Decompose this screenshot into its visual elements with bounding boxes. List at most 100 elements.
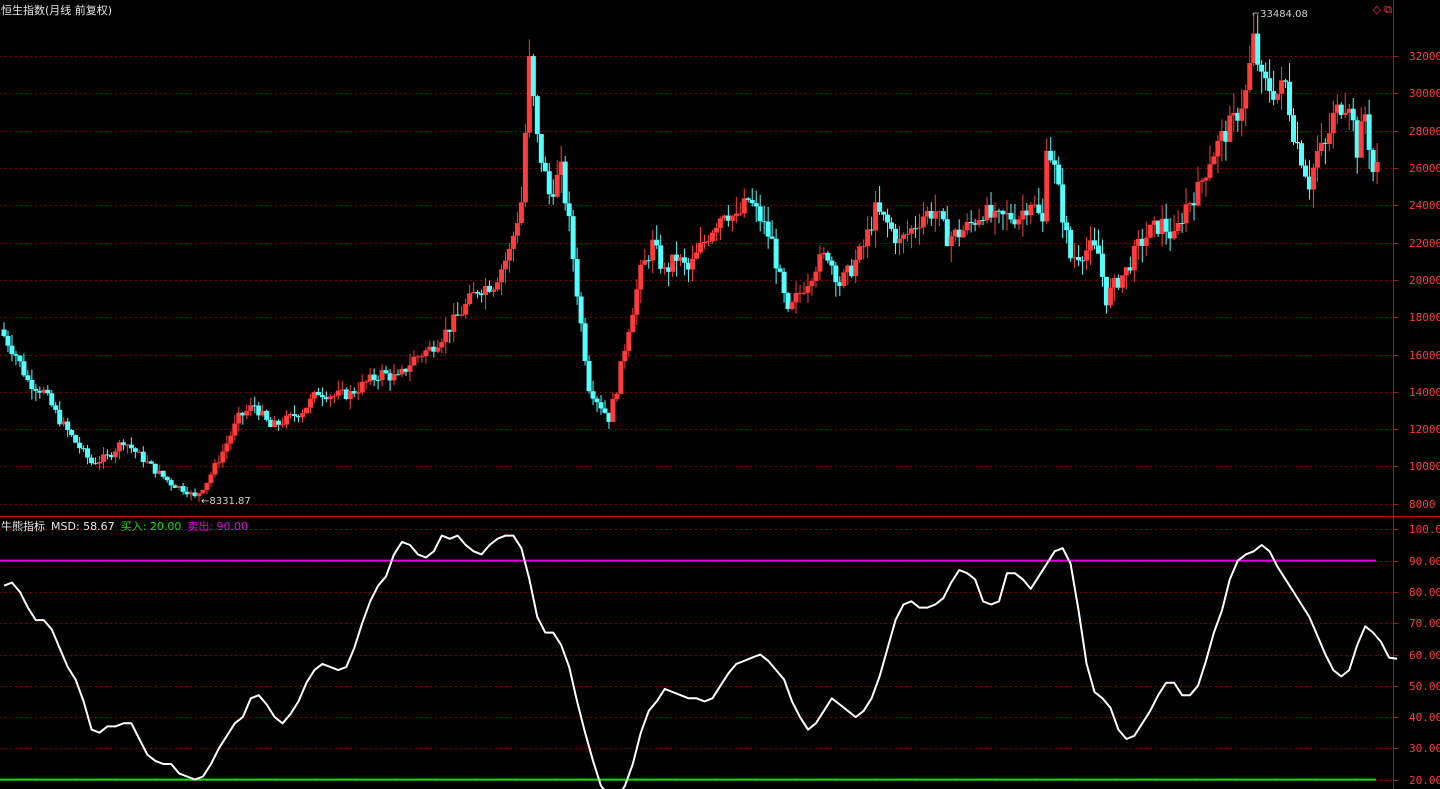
candle-body [522,132,528,203]
candle-body [1314,151,1320,168]
candle-body [73,435,79,443]
candle-body [1044,150,1050,222]
candle-body [1350,108,1356,121]
candle-body [1052,160,1058,165]
indicator-tick-label: 40.00 [1409,710,1440,724]
corner-controls: ◇ ⧉ [1370,3,1392,17]
candle-body [630,314,636,333]
msd-series-line [3,534,1398,789]
candle-body [562,161,568,204]
candle-body [586,360,592,392]
candle-body [423,350,429,357]
candle-body [1107,287,1113,306]
candle-body [132,448,138,452]
candle-body [1366,114,1372,150]
candle-body [622,350,628,362]
candle-body [1374,161,1380,173]
candle-body [1028,204,1034,216]
high-annotation: ⌐33484.08 [1252,9,1308,20]
candle-body [97,461,103,464]
candle-body [499,269,504,283]
candle-body [694,252,700,259]
candle-body [1056,164,1062,185]
candle-body [877,202,883,212]
candle-body [419,356,425,358]
candle-body [705,241,711,243]
price-tick-label: 10000 [1409,459,1440,473]
candle-body [228,435,234,444]
candle-body [885,214,891,223]
candle-body [1247,62,1253,91]
candle-body [160,470,166,477]
price-tick-label: 32000 [1409,49,1440,63]
candle-body [439,342,445,348]
candle-body [208,474,214,483]
price-tick-label: 26000 [1409,161,1440,175]
candle-body [1275,93,1281,100]
candle-body [244,410,250,416]
indicator-tick-label: 50.00 [1409,679,1440,693]
candle-body [1263,71,1269,79]
candle-body [833,265,839,283]
candle-body [1203,177,1209,181]
candle-body [1227,115,1233,142]
candle-body [327,396,333,400]
candle-body [284,415,290,425]
candle-body [65,421,71,431]
candle-body [514,223,520,236]
candle-body [280,424,286,426]
restore-window-icon[interactable]: ⧉ [1384,3,1392,16]
candle-body [25,375,31,380]
indicator-tick-label: 90.00 [1409,554,1440,568]
candle-body [534,96,540,135]
candle-body [857,246,863,260]
indicator-tick-label: 80.00 [1409,585,1440,599]
sell-level-label: 卖出: 90.00 [187,520,249,533]
candle-body [594,398,600,403]
candle-body [212,463,218,475]
candle-body [1,329,7,337]
chart-title: 恒生指数(月线 前复权) [1,4,113,17]
price-tick-label: 20000 [1409,273,1440,287]
low-value: 8331.87 [209,495,251,507]
candle-body [865,229,871,247]
candle-body [948,236,954,247]
candle-body [658,245,664,269]
candle-body [773,238,779,269]
candle-body [1239,108,1245,121]
candle-body [1195,181,1201,206]
candle-body [932,211,938,219]
candle-body [530,56,536,97]
candle-body [813,271,819,281]
candle-body [5,336,11,346]
candle-body [546,171,552,195]
candle-body [1295,141,1300,144]
candle-body [1064,222,1070,231]
candle-body [729,216,735,221]
candle-body [590,391,596,399]
candle-body [801,292,807,294]
candle-body [1099,253,1105,277]
candle-body [1147,224,1153,238]
candle-body [331,395,337,397]
candle-body [940,211,946,220]
candle-body [53,405,59,410]
candle-body [654,239,660,246]
chart-canvas[interactable] [0,0,1440,789]
diamond-icon[interactable]: ◇ [1373,3,1381,16]
candle-body [467,293,473,305]
candle-body [717,218,723,228]
candle-body [1358,121,1364,158]
candle-body [411,356,417,366]
candle-body [292,414,298,417]
candle-body [634,289,640,315]
candle-body [216,462,222,464]
candle-body [769,236,775,239]
candle-body [1008,212,1014,220]
candle-body [224,443,230,452]
candle-body [495,282,501,290]
price-tick-label: 12000 [1409,422,1440,436]
candle-body [1163,218,1169,232]
candle-body [554,174,560,197]
indicator-header: 牛熊指标 MSD: 58.67 买入: 20.00 卖出: 90.00 [1,518,254,534]
